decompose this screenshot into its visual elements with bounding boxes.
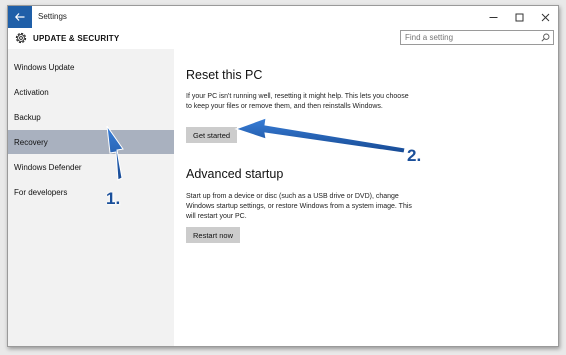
sidebar: Windows Update Activation Backup Recover…	[8, 49, 174, 346]
settings-window: Settings UPDATE & SECURITY Find a settin…	[7, 5, 559, 347]
get-started-button[interactable]: Get started	[186, 127, 238, 143]
gear-icon	[15, 32, 27, 44]
step-1-label: 1.	[106, 189, 121, 208]
search-box[interactable]	[400, 30, 554, 45]
main-content: Reset this PC If your PC isn't running w…	[174, 49, 558, 346]
reset-title: Reset this PC	[186, 68, 263, 82]
advanced-startup-description: Start up from a device or disc (such as …	[186, 193, 412, 220]
back-arrow-icon	[15, 13, 25, 21]
maximize-icon	[515, 13, 523, 21]
sidebar-item-label: Backup	[14, 112, 41, 122]
sidebar-item-windows-update[interactable]: Windows Update	[8, 55, 174, 79]
page-title: UPDATE & SECURITY	[33, 34, 120, 43]
sidebar-item-activation[interactable]: Activation	[8, 80, 174, 104]
sidebar-item-windows-defender[interactable]: Windows Defender	[8, 155, 174, 179]
page-header: UPDATE & SECURITY	[8, 28, 558, 50]
sidebar-item-label: Recovery	[14, 137, 48, 147]
reset-description: If your PC isn't running well, resetting…	[186, 93, 409, 110]
minimize-button[interactable]	[480, 6, 506, 28]
advanced-startup-title: Advanced startup	[186, 167, 284, 181]
search-icon[interactable]	[541, 33, 550, 42]
restart-now-button[interactable]: Restart now	[186, 227, 241, 243]
back-button[interactable]	[8, 6, 32, 28]
close-button[interactable]	[532, 6, 558, 28]
minimize-icon	[489, 16, 497, 18]
sidebar-item-label: Windows Update	[14, 62, 75, 72]
window-title: Settings	[38, 12, 67, 21]
sidebar-item-label: Windows Defender	[14, 162, 82, 172]
search-input[interactable]	[405, 31, 533, 44]
close-icon	[541, 13, 549, 21]
sidebar-item-label: For developers	[14, 187, 68, 197]
maximize-button[interactable]	[506, 6, 532, 28]
step-2-label: 2.	[407, 146, 422, 165]
title-bar: Settings	[8, 6, 558, 28]
sidebar-item-for-developers[interactable]: For developers	[8, 180, 174, 204]
sidebar-item-recovery[interactable]: Recovery	[8, 130, 174, 154]
sidebar-item-backup[interactable]: Backup	[8, 105, 174, 129]
sidebar-item-label: Activation	[14, 87, 49, 97]
